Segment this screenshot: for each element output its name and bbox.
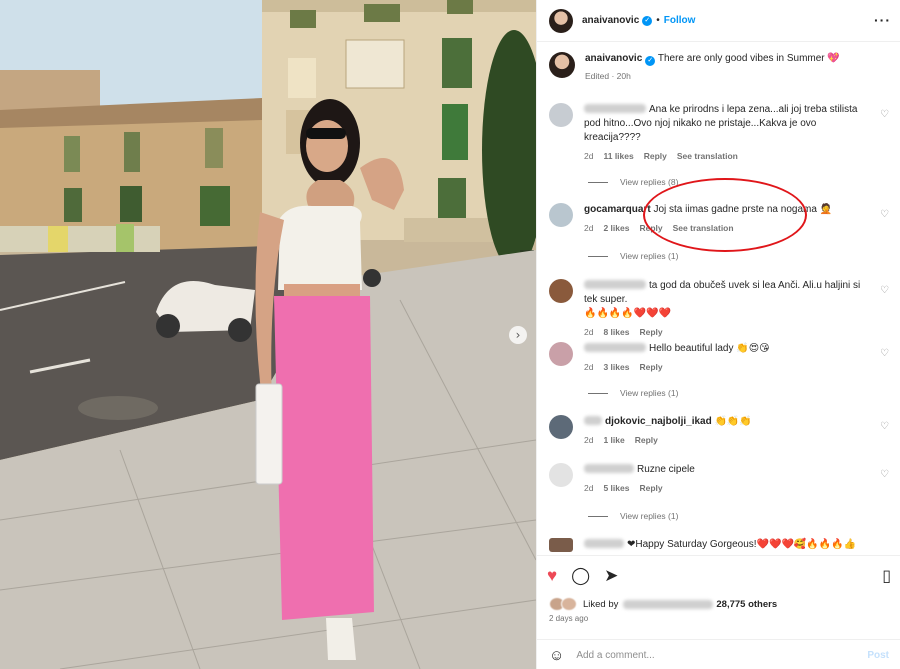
comment-text: Ruzne cipele xyxy=(637,464,695,475)
comment-age: 2d xyxy=(584,327,594,337)
comment-like-heart-icon[interactable]: ♡ xyxy=(880,348,889,359)
commenter-avatar[interactable] xyxy=(549,203,573,227)
reply-button[interactable]: Reply xyxy=(635,435,658,445)
carousel-next-button[interactable]: › xyxy=(509,326,527,344)
add-comment-input[interactable]: Add a comment... xyxy=(576,650,867,661)
heart-filled-icon[interactable]: ♥ xyxy=(547,566,557,586)
see-translation-button[interactable]: See translation xyxy=(673,223,734,233)
post-details-pane: anaivanovic ✓ • Follow ··· anaivanovic ✓ … xyxy=(536,0,900,669)
redacted-username xyxy=(584,416,602,425)
comment-item: ❤Happy Saturday Gorgeous!❤️❤️❤️🥰🔥🔥🔥👍 xyxy=(549,538,889,552)
liker-avatar xyxy=(561,597,577,611)
commenter-avatar[interactable] xyxy=(549,103,573,127)
comment-likes[interactable]: 5 likes xyxy=(603,483,629,493)
comment-age: 2d xyxy=(584,483,594,493)
send-icon[interactable]: ➤ xyxy=(604,566,618,586)
caption-avatar[interactable] xyxy=(549,52,575,78)
redacted-username xyxy=(584,343,646,352)
comment-icon[interactable]: ◯ xyxy=(571,566,590,586)
commenter-avatar[interactable] xyxy=(549,415,573,439)
more-horizontal-icon[interactable]: ··· xyxy=(874,12,891,28)
redacted-username xyxy=(584,539,624,548)
comment-like-heart-icon[interactable]: ♡ xyxy=(880,209,889,220)
follow-button[interactable]: Follow xyxy=(664,15,696,26)
comment-likes[interactable]: 1 like xyxy=(603,435,624,445)
emoji-icon[interactable]: ☺ xyxy=(549,647,564,664)
redacted-username xyxy=(584,280,646,289)
photo-scene xyxy=(0,0,536,669)
comment-item: gocamarquart Joj sta iimas gadne prste n… xyxy=(549,203,889,235)
comment-likes[interactable]: 11 likes xyxy=(603,151,633,161)
reply-button[interactable]: Reply xyxy=(644,151,667,161)
see-translation-button[interactable]: See translation xyxy=(677,151,738,161)
commenter-username[interactable]: djokovic_najbolji_ikad xyxy=(605,416,712,427)
verified-badge-icon: ✓ xyxy=(642,15,653,26)
username[interactable]: anaivanovic xyxy=(582,15,639,26)
comment-text: Joj sta iimas gadne prste na nogama 🤦 xyxy=(653,204,833,215)
separator: • xyxy=(656,15,660,26)
comment-item: Ana ke prirodns i lepa zena...ali joj tr… xyxy=(549,103,889,163)
reply-button[interactable]: Reply xyxy=(639,223,662,233)
comment-age: 2d xyxy=(584,362,594,372)
view-replies-button[interactable]: View replies (1) xyxy=(588,251,678,261)
caption-text: There are only good vibes in Summer 💖 xyxy=(657,53,840,64)
post-comment-button[interactable]: Post xyxy=(867,650,889,661)
comment-text: Hello beautiful lady 👏😍😘 xyxy=(649,343,770,354)
comment-likes[interactable]: 3 likes xyxy=(603,362,629,372)
redacted-username xyxy=(584,104,646,113)
post-actions: ♥ ◯ ➤ ▯ Liked by 28,775 others 2 days ag… xyxy=(537,555,900,664)
comment-likes[interactable]: 8 likes xyxy=(603,327,629,337)
view-replies-button[interactable]: View replies (1) xyxy=(588,388,678,398)
liked-by-label: Liked by xyxy=(583,598,619,610)
comment-likes[interactable]: 2 likes xyxy=(603,223,629,233)
view-replies-button[interactable]: View replies (8) xyxy=(588,177,678,187)
commenter-username[interactable]: gocamarquart xyxy=(584,204,651,215)
reply-button[interactable]: Reply xyxy=(639,483,662,493)
comment-age: 2d xyxy=(584,435,594,445)
redacted-username xyxy=(623,599,714,609)
likes-count[interactable]: 28,775 others xyxy=(716,599,777,610)
comment-text: ❤Happy Saturday Gorgeous!❤️❤️❤️🥰🔥🔥🔥👍 xyxy=(627,539,857,550)
view-replies-button[interactable]: View replies (1) xyxy=(588,511,678,521)
comment-age: 2d xyxy=(584,151,594,161)
commenter-avatar[interactable] xyxy=(549,342,573,366)
reply-button[interactable]: Reply xyxy=(639,362,662,372)
post-photo[interactable]: › xyxy=(0,0,536,669)
comment-like-heart-icon[interactable]: ♡ xyxy=(880,109,889,120)
caption-username[interactable]: anaivanovic xyxy=(585,53,642,64)
reply-button[interactable]: Reply xyxy=(639,327,662,337)
redacted-username xyxy=(584,464,634,473)
verified-badge-icon: ✓ xyxy=(645,56,656,66)
comment-item: ta god da obučeš uvek si lea Anči. Ali.u… xyxy=(549,279,889,339)
comment-text: 👏👏👏 xyxy=(714,416,752,427)
comment-item: Ruzne cipele 2d 5 likes Reply ♡ xyxy=(549,463,889,495)
comment-like-heart-icon[interactable]: ♡ xyxy=(880,421,889,432)
bookmark-icon[interactable]: ▯ xyxy=(882,566,891,586)
avatar[interactable] xyxy=(549,8,573,33)
comment-item: Hello beautiful lady 👏😍😘 2d 3 likes Reply … xyxy=(549,342,889,374)
add-comment-bar: ☺ Add a comment... Post xyxy=(537,639,900,669)
post-header: anaivanovic ✓ • Follow ··· xyxy=(537,0,900,42)
commenter-avatar[interactable] xyxy=(549,538,573,552)
comment-item: djokovic_najbolji_ikad 👏👏👏 2d 1 like Reply… xyxy=(549,415,889,447)
comment-age: 2d xyxy=(584,223,594,233)
comment-like-heart-icon[interactable]: ♡ xyxy=(880,285,889,296)
comment-like-heart-icon[interactable]: ♡ xyxy=(880,469,889,480)
commenter-avatar[interactable] xyxy=(549,279,573,303)
post-time: 2 days ago xyxy=(549,614,589,623)
commenter-avatar[interactable] xyxy=(549,463,573,487)
post-caption: anaivanovic ✓ There are only good vibes i… xyxy=(549,52,889,83)
caption-meta: Edited · 20h xyxy=(585,71,631,81)
comment-emojis: 🔥🔥🔥🔥❤️❤️❤️ xyxy=(584,308,672,319)
likes-summary: Liked by 28,775 others xyxy=(549,597,777,611)
